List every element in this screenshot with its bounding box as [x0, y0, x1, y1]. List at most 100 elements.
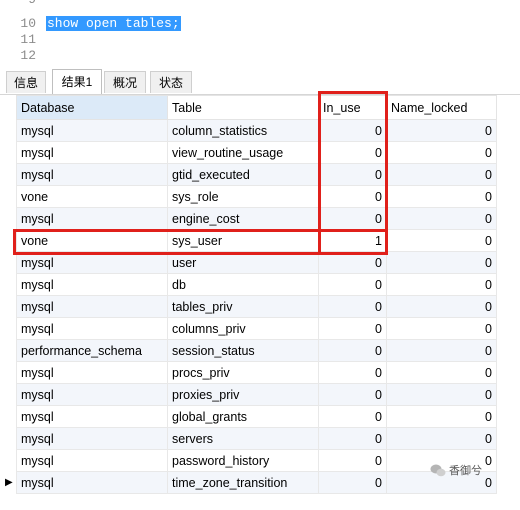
line-number: 10 — [20, 16, 36, 31]
cell-database[interactable]: performance_schema — [16, 339, 168, 362]
table-row[interactable]: mysql servers 0 0 — [16, 427, 497, 450]
cell-in-use[interactable]: 0 — [318, 163, 387, 186]
table-row[interactable]: mysql engine_cost 0 0 — [16, 207, 497, 230]
table-row[interactable]: mysql gtid_executed 0 0 — [16, 163, 497, 186]
table-row[interactable]: performance_schema session_status 0 0 — [16, 339, 497, 362]
cell-database[interactable]: mysql — [16, 427, 168, 450]
column-header-name-locked[interactable]: Name_locked — [386, 95, 497, 120]
cell-in-use[interactable]: 0 — [318, 207, 387, 230]
table-row[interactable]: mysql procs_priv 0 0 — [16, 361, 497, 384]
line-number-9: 9 — [0, 0, 36, 8]
cell-name-locked[interactable]: 0 — [386, 119, 497, 142]
cell-in-use[interactable]: 0 — [318, 383, 387, 406]
cell-name-locked[interactable]: 0 — [386, 427, 497, 450]
cell-database[interactable]: mysql — [16, 295, 168, 318]
cell-table[interactable]: engine_cost — [167, 207, 319, 230]
table-row[interactable]: mysql columns_priv 0 0 — [16, 317, 497, 340]
sql-editor[interactable]: 9 10 show open tables; 11 12 — [0, 0, 520, 66]
table-row[interactable]: mysql global_grants 0 0 — [16, 405, 497, 428]
table-row[interactable]: mysql password_history 0 0 — [16, 449, 497, 472]
cell-in-use[interactable]: 0 — [318, 251, 387, 274]
cell-in-use[interactable]: 1 — [318, 229, 387, 252]
cell-table[interactable]: columns_priv — [167, 317, 319, 340]
table-row[interactable]: mysql db 0 0 — [16, 273, 497, 296]
cell-name-locked[interactable]: 0 — [386, 317, 497, 340]
cell-table[interactable]: db — [167, 273, 319, 296]
cell-in-use[interactable]: 0 — [318, 119, 387, 142]
table-row[interactable]: vone sys_role 0 0 — [16, 185, 497, 208]
cell-in-use[interactable]: 0 — [318, 185, 387, 208]
cell-name-locked[interactable]: 0 — [386, 229, 497, 252]
column-header-table[interactable]: Table — [167, 95, 319, 120]
cell-table[interactable]: session_status — [167, 339, 319, 362]
cell-table[interactable]: sys_user — [167, 229, 319, 252]
cell-table[interactable]: sys_role — [167, 185, 319, 208]
cell-database[interactable]: mysql — [16, 251, 168, 274]
table-row[interactable]: mysql tables_priv 0 0 — [16, 295, 497, 318]
selected-sql-text[interactable]: show open tables; — [46, 16, 181, 31]
cell-database[interactable]: mysql — [16, 141, 168, 164]
cell-in-use[interactable]: 0 — [318, 471, 387, 494]
cell-in-use[interactable]: 0 — [318, 317, 387, 340]
cell-name-locked[interactable]: 0 — [386, 207, 497, 230]
cell-database[interactable]: mysql — [16, 317, 168, 340]
cell-database[interactable]: mysql — [16, 383, 168, 406]
current-row-arrow-icon: ▶ — [5, 477, 13, 488]
cell-database[interactable]: mysql — [16, 449, 168, 472]
cell-database[interactable]: vone — [16, 229, 168, 252]
cell-name-locked[interactable]: 0 — [386, 339, 497, 362]
cell-database[interactable]: mysql — [16, 471, 168, 494]
cell-in-use[interactable]: 0 — [318, 273, 387, 296]
cell-name-locked[interactable]: 0 — [386, 383, 497, 406]
cell-table[interactable]: view_routine_usage — [167, 141, 319, 164]
cell-database[interactable]: mysql — [16, 273, 168, 296]
cell-database[interactable]: mysql — [16, 207, 168, 230]
cell-name-locked[interactable]: 0 — [386, 295, 497, 318]
cell-database[interactable]: mysql — [16, 163, 168, 186]
table-row[interactable]: mysql view_routine_usage 0 0 — [16, 141, 497, 164]
cell-table[interactable]: gtid_executed — [167, 163, 319, 186]
cell-in-use[interactable]: 0 — [318, 427, 387, 450]
cell-name-locked[interactable]: 0 — [386, 405, 497, 428]
wechat-icon — [430, 464, 446, 476]
header-row: Database Table In_use Name_locked — [16, 95, 497, 120]
cell-in-use[interactable]: 0 — [318, 405, 387, 428]
cell-table[interactable]: global_grants — [167, 405, 319, 428]
cell-table[interactable]: column_statistics — [167, 119, 319, 142]
results-grid[interactable]: ▶ Database Table In_use Name_locked mysq… — [0, 91, 520, 510]
cell-name-locked[interactable]: 0 — [386, 141, 497, 164]
cell-name-locked[interactable]: 0 — [386, 251, 497, 274]
cell-table[interactable]: time_zone_transition — [167, 471, 319, 494]
cell-database[interactable]: vone — [16, 185, 168, 208]
cell-table[interactable]: password_history — [167, 449, 319, 472]
tab-result1[interactable]: 结果1 — [52, 69, 102, 94]
table-row[interactable]: mysql proxies_priv 0 0 — [16, 383, 497, 406]
cell-name-locked[interactable]: 0 — [386, 185, 497, 208]
cell-in-use[interactable]: 0 — [318, 141, 387, 164]
cell-in-use[interactable]: 0 — [318, 361, 387, 384]
column-header-in-use[interactable]: In_use — [318, 95, 387, 120]
tab-info[interactable]: 信息 — [6, 71, 46, 93]
cell-table[interactable]: tables_priv — [167, 295, 319, 318]
column-header-database[interactable]: Database — [16, 95, 168, 120]
cell-name-locked[interactable]: 0 — [386, 361, 497, 384]
code-line[interactable]: show open tables; — [46, 16, 181, 32]
cell-name-locked[interactable]: 0 — [386, 273, 497, 296]
cell-in-use[interactable]: 0 — [318, 339, 387, 362]
cell-name-locked[interactable]: 0 — [386, 163, 497, 186]
table-row[interactable]: mysql time_zone_transition 0 0 — [16, 471, 497, 494]
cell-database[interactable]: mysql — [16, 119, 168, 142]
tab-status[interactable]: 状态 — [150, 71, 192, 93]
cell-table[interactable]: procs_priv — [167, 361, 319, 384]
table-row[interactable]: mysql user 0 0 — [16, 251, 497, 274]
cell-table[interactable]: servers — [167, 427, 319, 450]
cell-in-use[interactable]: 0 — [318, 449, 387, 472]
cell-table[interactable]: proxies_priv — [167, 383, 319, 406]
tab-profile[interactable]: 概况 — [104, 71, 146, 93]
table-row[interactable]: mysql column_statistics 0 0 — [16, 119, 497, 142]
cell-table[interactable]: user — [167, 251, 319, 274]
cell-database[interactable]: mysql — [16, 361, 168, 384]
cell-in-use[interactable]: 0 — [318, 295, 387, 318]
cell-database[interactable]: mysql — [16, 405, 168, 428]
table-row[interactable]: vone sys_user 1 0 — [16, 229, 497, 252]
